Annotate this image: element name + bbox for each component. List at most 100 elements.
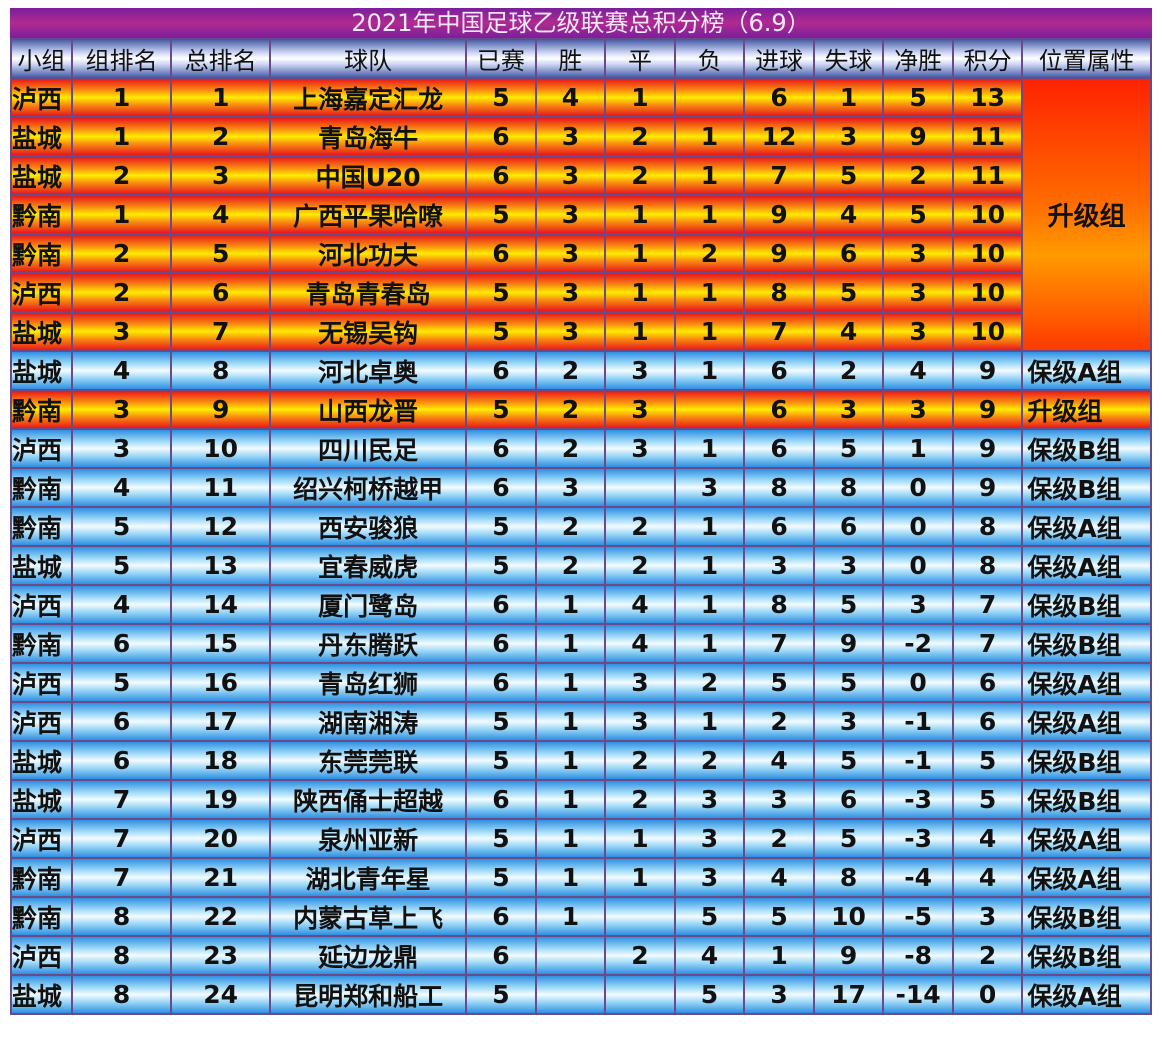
cell-group-rank: 8 (71, 974, 173, 1015)
cell-win: 1 (534, 896, 607, 937)
cell-played: 5 (465, 857, 537, 898)
table-row: 泸西 5 16 青岛红狮 6 1 3 2 5 5 0 6 保级A组 (9, 662, 1152, 703)
cell-goal-diff: 3 (882, 584, 954, 625)
cell-total-rank: 22 (170, 896, 272, 937)
table-row: 黔南 6 15 丹东腾跃 6 1 4 1 7 9 -2 7 保级B组 (9, 623, 1152, 664)
cell-played: 6 (465, 662, 537, 703)
cell-loss: 1 (673, 272, 746, 313)
cell-team: 绍兴柯桥越甲 (269, 467, 468, 508)
cell-goals-for: 4 (743, 857, 815, 898)
cell-goals-against: 4 (812, 311, 885, 352)
cell-played: 6 (465, 779, 537, 820)
cell-loss: 1 (673, 116, 746, 157)
cell-points: 8 (951, 506, 1024, 547)
cell-goals-for: 7 (743, 623, 815, 664)
cell-group-rank: 7 (71, 818, 173, 859)
cell-points: 10 (951, 311, 1024, 352)
cell-loss (673, 77, 746, 118)
cell-played: 6 (465, 116, 537, 157)
cell-goals-against: 5 (812, 155, 885, 196)
cell-goals-against: 6 (812, 233, 885, 274)
cell-loss: 3 (673, 467, 746, 508)
standings-table: 小组 组排名 总排名 球队 已赛 胜 平 负 进球 失球 净胜 积分 位置属性 … (9, 38, 1152, 1015)
cell-position-attr: 保级A组 (1021, 818, 1152, 859)
cell-position-attr: 保级B组 (1021, 935, 1152, 976)
table-title: 2021年中国足球乙级联赛总积分榜（6.9） (10, 8, 1152, 38)
cell-team: 湖南湘涛 (269, 701, 468, 742)
cell-played: 5 (465, 194, 537, 235)
cell-goals-against: 8 (812, 467, 885, 508)
cell-win: 2 (534, 506, 607, 547)
cell-goal-diff: 3 (882, 272, 954, 313)
cell-position-attr: 保级A组 (1021, 701, 1152, 742)
cell-win: 2 (534, 389, 607, 430)
cell-draw (604, 467, 676, 508)
cell-total-rank: 16 (170, 662, 272, 703)
cell-group: 泸西 (9, 818, 74, 859)
cell-goals-for: 1 (743, 935, 815, 976)
cell-group-rank: 4 (71, 584, 173, 625)
cell-played: 5 (465, 701, 537, 742)
cell-draw: 1 (604, 311, 676, 352)
table-row: 泸西 2 6 青岛青春岛 5 3 1 1 8 5 3 10 (9, 272, 1151, 313)
cell-team: 山西龙晋 (269, 389, 468, 430)
cell-draw: 2 (604, 116, 676, 157)
cell-loss (673, 389, 746, 430)
cell-goals-for: 9 (743, 194, 815, 235)
cell-team: 西安骏狼 (269, 506, 468, 547)
cell-draw: 4 (604, 584, 676, 625)
cell-group-rank: 1 (71, 116, 173, 157)
cell-goals-for: 6 (743, 77, 815, 118)
cell-goals-for: 6 (743, 506, 815, 547)
table-row: 盐城 5 13 宜春威虎 5 2 2 1 3 3 0 8 保级A组 (9, 545, 1152, 586)
cell-played: 6 (465, 428, 537, 469)
cell-position-attr-merged: 升级组 (1021, 77, 1152, 352)
cell-group-rank: 8 (71, 935, 173, 976)
cell-draw: 1 (604, 194, 676, 235)
cell-draw (604, 974, 676, 1015)
cell-goal-diff: 1 (882, 428, 954, 469)
cell-group: 盐城 (9, 155, 74, 196)
header-win: 胜 (534, 38, 607, 79)
cell-played: 6 (465, 350, 537, 391)
cell-goal-diff: -8 (882, 935, 954, 976)
table-row: 泸西 1 1 上海嘉定汇龙 5 4 1 6 1 5 13 升级组 (9, 77, 1152, 352)
cell-win (534, 974, 607, 1015)
cell-team: 泉州亚新 (269, 818, 468, 859)
cell-goals-against: 5 (812, 662, 885, 703)
cell-total-rank: 11 (170, 467, 272, 508)
cell-goal-diff: -1 (882, 740, 954, 781)
cell-team: 丹东腾跃 (269, 623, 468, 664)
cell-team: 陕西俑士超越 (269, 779, 468, 820)
cell-team: 青岛海牛 (269, 116, 468, 157)
cell-loss: 5 (673, 974, 746, 1015)
cell-position-attr: 保级B组 (1021, 623, 1152, 664)
cell-goals-for: 12 (743, 116, 815, 157)
cell-group: 盐城 (9, 740, 74, 781)
cell-draw: 1 (604, 77, 676, 118)
cell-points: 7 (951, 623, 1024, 664)
cell-group: 盐城 (9, 311, 74, 352)
cell-played: 5 (465, 389, 537, 430)
header-loss: 负 (673, 38, 746, 79)
table-row: 盐城 1 2 青岛海牛 6 3 2 1 12 3 9 11 (9, 116, 1151, 157)
cell-points: 4 (951, 818, 1024, 859)
header-group-rank: 组排名 (71, 38, 173, 79)
cell-goal-diff: -1 (882, 701, 954, 742)
cell-draw: 2 (604, 506, 676, 547)
cell-win: 3 (534, 233, 607, 274)
cell-win: 2 (534, 545, 607, 586)
cell-goal-diff: 3 (882, 389, 954, 430)
cell-group: 黔南 (9, 467, 74, 508)
cell-goals-against: 4 (812, 194, 885, 235)
cell-goals-against: 5 (812, 428, 885, 469)
cell-played: 5 (465, 740, 537, 781)
cell-goals-for: 8 (743, 584, 815, 625)
cell-total-rank: 5 (170, 233, 272, 274)
cell-draw: 3 (604, 662, 676, 703)
cell-goals-against: 9 (812, 935, 885, 976)
cell-loss: 1 (673, 311, 746, 352)
table-row: 黔南 2 5 河北功夫 6 3 1 2 9 6 3 10 (9, 233, 1151, 274)
cell-draw: 2 (604, 779, 676, 820)
cell-points: 9 (951, 428, 1024, 469)
